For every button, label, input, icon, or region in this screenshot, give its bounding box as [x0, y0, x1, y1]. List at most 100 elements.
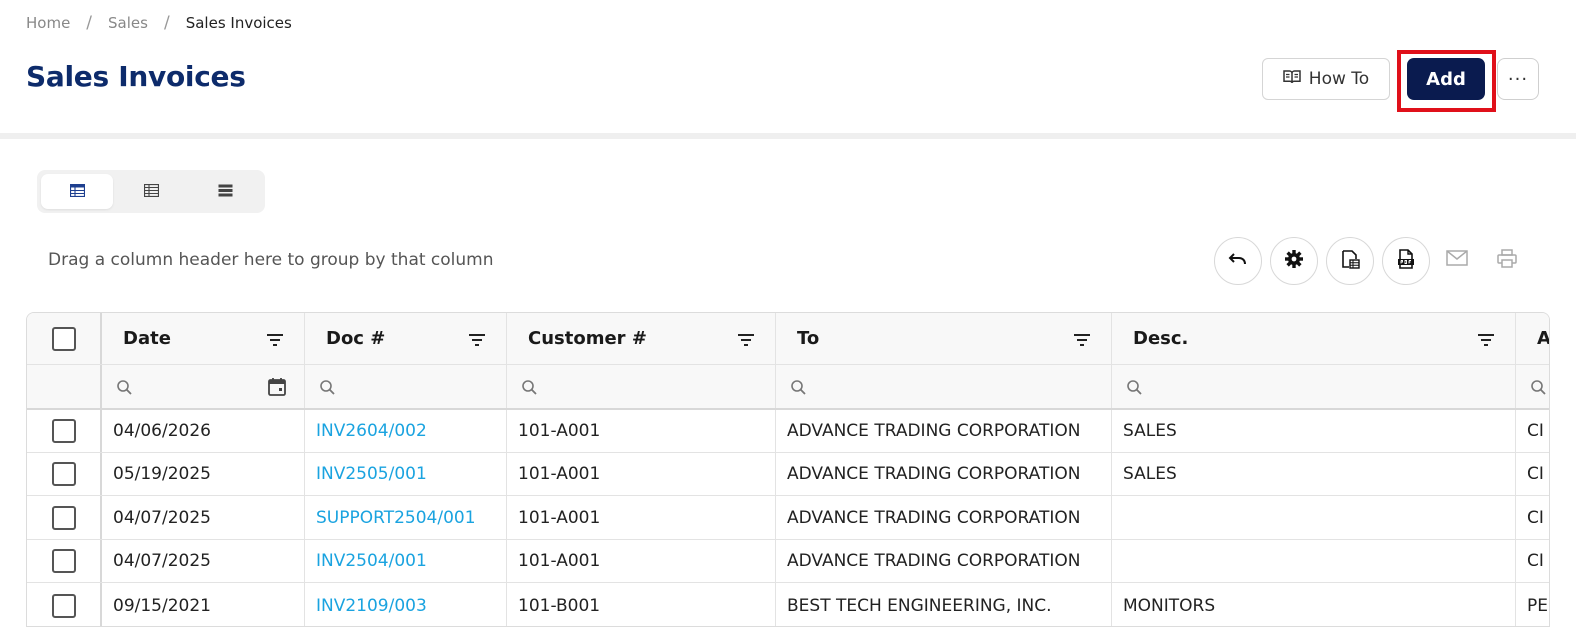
to-cell: ADVANCE TRADING CORPORATION: [776, 453, 1112, 495]
table-row[interactable]: 05/19/2025 INV2505/001 101-A001 ADVANCE …: [27, 453, 1549, 496]
print-button[interactable]: [1492, 246, 1522, 274]
doc-cell: INV2109/003: [305, 583, 507, 626]
header-row: Date Doc # Customer # To Desc. A: [27, 313, 1549, 365]
row-checkbox[interactable]: [51, 593, 76, 618]
desc-cell: [1112, 540, 1516, 582]
column-header-extra[interactable]: A: [1516, 313, 1549, 364]
extra-cell: CI: [1516, 496, 1549, 539]
view-switcher: [37, 170, 265, 213]
email-icon: [1446, 250, 1468, 270]
extra-filter-input[interactable]: [1516, 365, 1549, 408]
card-view-button[interactable]: [189, 174, 261, 209]
export-pdf-icon: [1396, 249, 1416, 273]
table-row[interactable]: 04/07/2025 SUPPORT2504/001 101-A001 ADVA…: [27, 496, 1549, 540]
filter-icon[interactable]: [266, 331, 284, 352]
calendar-icon[interactable]: [268, 377, 286, 401]
date-value: 04/06/2026: [113, 421, 211, 441]
breadcrumb-home[interactable]: Home: [26, 14, 70, 32]
search-icon: [319, 379, 336, 401]
how-to-label: How To: [1308, 69, 1370, 89]
doc-cell: SUPPORT2504/001: [305, 496, 507, 539]
doc-link[interactable]: INV2505/001: [305, 464, 427, 484]
export-pdf-button[interactable]: [1382, 237, 1430, 285]
breadcrumb: Home / Sales / Sales Invoices: [26, 12, 292, 34]
email-button[interactable]: [1442, 246, 1472, 274]
date-value: 09/15/2021: [113, 595, 211, 616]
doc-filter-input[interactable]: [305, 365, 507, 408]
select-all-checkbox[interactable]: [51, 326, 76, 351]
table-row[interactable]: 04/07/2025 INV2504/001 101-A001 ADVANCE …: [27, 540, 1549, 583]
filter-row: [27, 365, 1549, 410]
row-checkbox[interactable]: [51, 419, 76, 443]
customer-cell: 101-B001: [507, 583, 776, 626]
doc-link[interactable]: INV2604/002: [305, 421, 427, 441]
table-view-icon: [69, 182, 85, 201]
filter-icon[interactable]: [737, 331, 755, 352]
settings-button[interactable]: [1270, 237, 1318, 285]
column-header-to[interactable]: To: [776, 313, 1112, 364]
undo-icon: [1228, 251, 1248, 271]
page-title: Sales Invoices: [26, 60, 246, 93]
filter-icon[interactable]: [1477, 331, 1495, 352]
select-all-cell: [27, 313, 102, 364]
breadcrumb-separator: /: [86, 13, 93, 33]
invoices-grid: Date Doc # Customer # To Desc. A 04/06/2…: [26, 312, 1550, 627]
table-row[interactable]: 04/06/2026 INV2604/002 101-A001 ADVANCE …: [27, 410, 1549, 453]
to-value: ADVANCE TRADING CORPORATION: [787, 551, 1081, 571]
breadcrumb-current: Sales Invoices: [185, 14, 292, 32]
doc-cell: INV2505/001: [305, 453, 507, 495]
row-select-cell: [27, 410, 102, 452]
breadcrumb-separator: /: [163, 13, 170, 33]
book-open-icon: [1283, 69, 1301, 90]
doc-link[interactable]: INV2109/003: [305, 596, 427, 616]
filter-icon[interactable]: [468, 331, 486, 352]
add-button[interactable]: Add: [1407, 58, 1485, 100]
row-checkbox[interactable]: [51, 505, 76, 530]
print-icon: [1497, 248, 1517, 272]
search-icon: [790, 379, 807, 401]
column-header-date[interactable]: Date: [102, 313, 305, 364]
column-header-customer[interactable]: Customer #: [507, 313, 776, 364]
doc-link[interactable]: INV2504/001: [305, 551, 427, 571]
date-cell: 09/15/2021: [102, 583, 305, 626]
date-filter-input[interactable]: [102, 365, 305, 408]
row-checkbox[interactable]: [51, 549, 76, 573]
export-excel-button[interactable]: [1326, 237, 1374, 285]
customer-cell: 101-A001: [507, 410, 776, 452]
desc-cell: [1112, 496, 1516, 539]
row-checkbox[interactable]: [51, 462, 76, 486]
desc-filter-input[interactable]: [1112, 365, 1516, 408]
doc-link[interactable]: SUPPORT2504/001: [305, 508, 476, 528]
column-header-doc[interactable]: Doc #: [305, 313, 507, 364]
customer-cell: 101-A001: [507, 453, 776, 495]
desc-value: SALES: [1123, 421, 1177, 441]
to-value: ADVANCE TRADING CORPORATION: [787, 464, 1081, 484]
search-icon: [1126, 379, 1143, 401]
customer-filter-input[interactable]: [507, 365, 776, 408]
table-view-button[interactable]: [41, 174, 113, 209]
to-cell: BEST TECH ENGINEERING, INC.: [776, 583, 1112, 626]
how-to-button[interactable]: How To: [1262, 58, 1390, 100]
compact-table-icon: [143, 182, 159, 201]
column-header-desc[interactable]: Desc.: [1112, 313, 1516, 364]
customer-cell: 101-A001: [507, 540, 776, 582]
extra-value: CI: [1527, 421, 1544, 441]
customer-value: 101-A001: [518, 551, 601, 571]
compact-view-button[interactable]: [115, 174, 187, 209]
to-cell: ADVANCE TRADING CORPORATION: [776, 540, 1112, 582]
date-value: 04/07/2025: [113, 551, 211, 571]
more-options-button[interactable]: ···: [1497, 58, 1539, 100]
date-cell: 05/19/2025: [102, 453, 305, 495]
date-value: 04/07/2025: [113, 507, 211, 528]
undo-button[interactable]: [1214, 237, 1262, 285]
filter-icon[interactable]: [1073, 331, 1091, 352]
extra-cell: PE: [1516, 583, 1549, 626]
breadcrumb-sales[interactable]: Sales: [108, 14, 148, 32]
desc-value: SALES: [1123, 464, 1177, 484]
to-filter-input[interactable]: [776, 365, 1112, 408]
table-row[interactable]: 09/15/2021 INV2109/003 101-B001 BEST TEC…: [27, 583, 1549, 626]
export-excel-icon: [1340, 249, 1360, 273]
to-value: BEST TECH ENGINEERING, INC.: [787, 595, 1052, 616]
column-header-label: Customer #: [528, 328, 647, 349]
column-header-label: Date: [123, 328, 171, 349]
